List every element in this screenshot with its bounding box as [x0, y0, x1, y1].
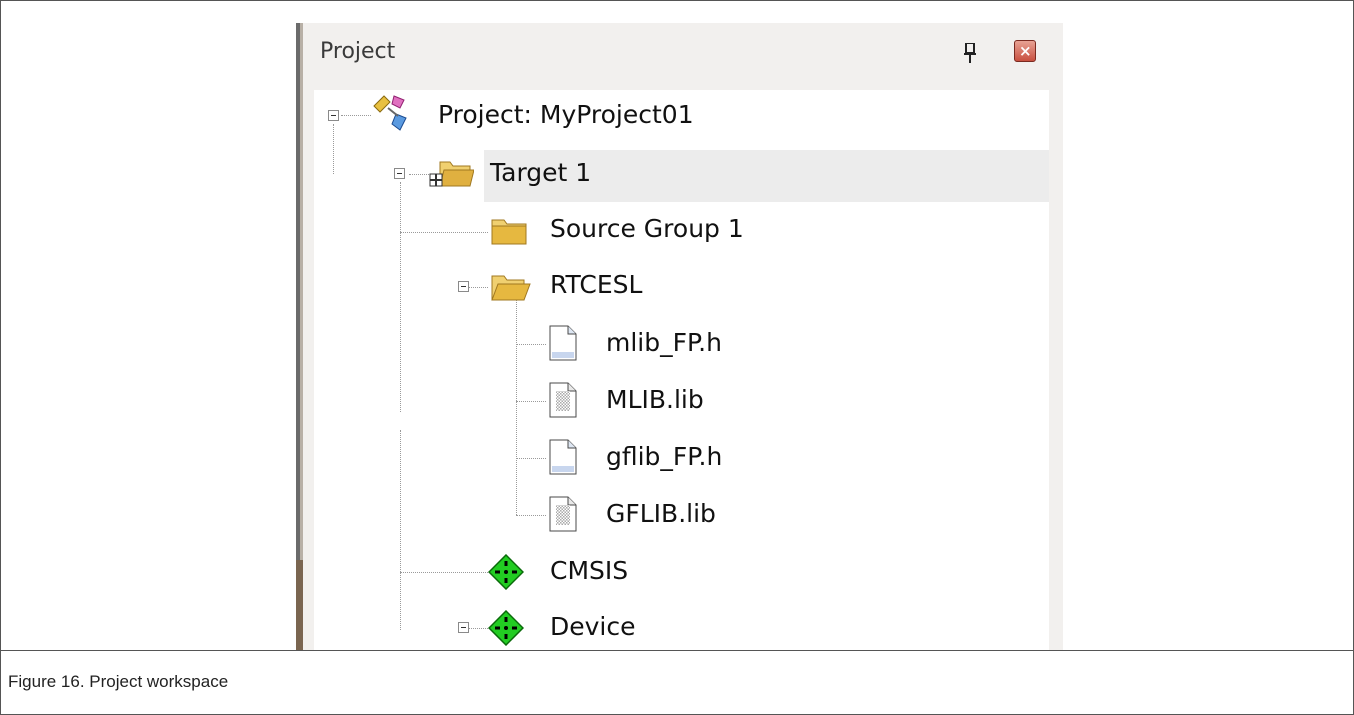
tree-item-project[interactable]: Project: MyProject01 — [438, 100, 694, 129]
close-button[interactable]: × — [1014, 40, 1036, 62]
tree-item-source-group[interactable]: Source Group 1 — [550, 214, 744, 243]
tree-connector — [516, 401, 546, 402]
pin-icon[interactable] — [964, 43, 976, 63]
tree-connector — [516, 515, 546, 516]
component-icon — [488, 610, 524, 646]
tree-connector — [333, 124, 334, 174]
tree-connector — [400, 430, 401, 630]
tree-connector — [516, 295, 517, 515]
project-icon — [373, 95, 407, 131]
collapse-rtcesl-toggle[interactable] — [458, 281, 469, 292]
tree-item-file[interactable]: GFLIB.lib — [606, 499, 716, 528]
header-file-icon — [549, 439, 577, 475]
panel-left-edge — [296, 23, 303, 650]
tree-connector — [400, 182, 401, 412]
tree-connector — [516, 458, 546, 459]
collapse-device-toggle[interactable] — [458, 622, 469, 633]
tree-item-target[interactable]: Target 1 — [490, 158, 591, 187]
library-file-icon — [549, 382, 577, 418]
collapse-target-toggle[interactable] — [394, 168, 405, 179]
tree-connector — [516, 344, 546, 345]
library-file-icon — [549, 496, 577, 532]
tree-connector — [400, 572, 488, 573]
tree-connector — [341, 115, 371, 116]
figure-caption: Figure 16. Project workspace — [8, 672, 229, 691]
tree-item-file[interactable]: MLIB.lib — [606, 385, 704, 414]
tree-item-device[interactable]: Device — [550, 612, 636, 641]
tree-item-cmsis[interactable]: CMSIS — [550, 556, 628, 585]
close-icon: × — [1019, 42, 1032, 60]
caption-separator — [0, 650, 1354, 651]
tree-item-rtcesl[interactable]: RTCESL — [550, 270, 642, 299]
header-file-icon — [549, 325, 577, 361]
folder-icon — [491, 219, 527, 245]
collapse-root-toggle[interactable] — [328, 110, 339, 121]
project-tree[interactable]: Project: MyProject01 Target 1 Source Gro… — [314, 90, 1049, 650]
panel-title: Project — [320, 39, 396, 64]
target-folder-icon — [429, 161, 474, 187]
panel-left-edge-shadow — [296, 560, 303, 650]
tree-item-file[interactable]: gflib_FP.h — [606, 442, 722, 471]
open-folder-icon — [491, 275, 531, 301]
component-icon — [488, 554, 524, 590]
tree-item-file[interactable]: mlib_FP.h — [606, 328, 722, 357]
tree-connector — [400, 232, 488, 233]
